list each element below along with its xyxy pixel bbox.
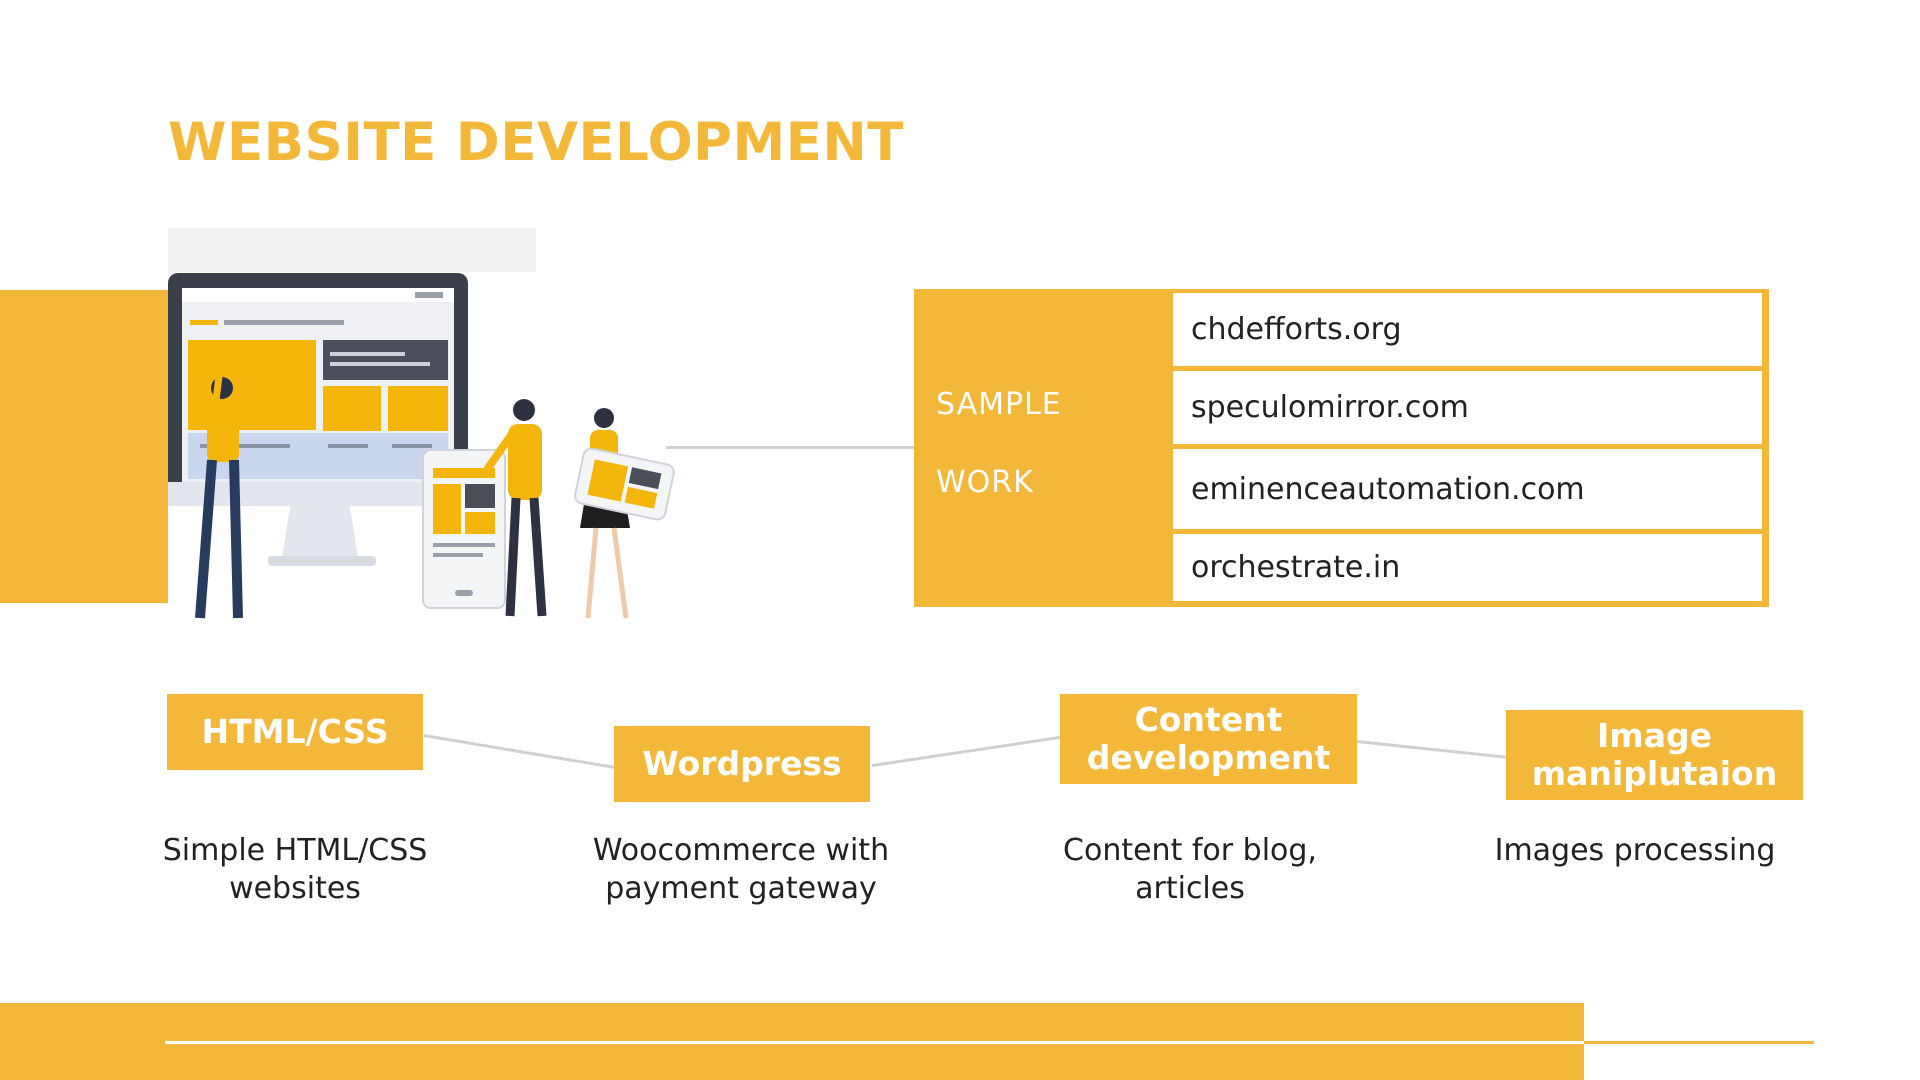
connector-line bbox=[871, 735, 1061, 767]
skill-description: Simple HTML/CSS websites bbox=[162, 833, 428, 906]
website-development-illustration bbox=[168, 228, 675, 619]
connector-line bbox=[666, 446, 914, 449]
sample-site-text: chdefforts.org bbox=[1191, 312, 1402, 347]
sample-work-label-line1: SAMPLE bbox=[936, 387, 1062, 422]
skill-description: Content for blog, articles bbox=[1063, 833, 1317, 906]
footer-line bbox=[1584, 1041, 1814, 1044]
footer-line bbox=[165, 1041, 1584, 1044]
skill-description: Woocommerce with payment gateway bbox=[592, 833, 890, 906]
skill-html-css: HTML/CSS bbox=[167, 694, 423, 770]
skill-content-development: Content development bbox=[1060, 694, 1357, 784]
skill-wordpress: Wordpress bbox=[614, 726, 870, 802]
sample-work-label-line2: WORK bbox=[936, 465, 1034, 500]
skill-description: Images processing bbox=[1494, 833, 1776, 868]
sample-site-link[interactable]: eminenceautomation.com bbox=[1173, 449, 1762, 529]
left-accent-block bbox=[0, 290, 168, 603]
skill-label: HTML/CSS bbox=[201, 712, 389, 752]
skill-label: Image maniplutaion bbox=[1531, 716, 1778, 793]
connector-line bbox=[1356, 740, 1507, 759]
sample-site-text: eminenceautomation.com bbox=[1191, 471, 1585, 507]
page-title: WEBSITE DEVELOPMENT bbox=[168, 112, 904, 173]
sample-site-link[interactable]: chdefforts.org bbox=[1173, 293, 1762, 366]
connector-line bbox=[423, 734, 617, 770]
skill-label: Content development bbox=[1086, 700, 1331, 777]
sample-site-link[interactable]: speculomirror.com bbox=[1173, 371, 1762, 444]
sample-site-text: speculomirror.com bbox=[1191, 390, 1469, 425]
skill-image-manipulation: Image maniplutaion bbox=[1506, 710, 1803, 800]
sample-site-text: orchestrate.in bbox=[1191, 550, 1401, 585]
sample-work-table: SAMPLE WORK chdefforts.org speculomirror… bbox=[914, 289, 1769, 607]
skill-label: Wordpress bbox=[642, 744, 842, 784]
sample-site-link[interactable]: orchestrate.in bbox=[1173, 534, 1762, 601]
